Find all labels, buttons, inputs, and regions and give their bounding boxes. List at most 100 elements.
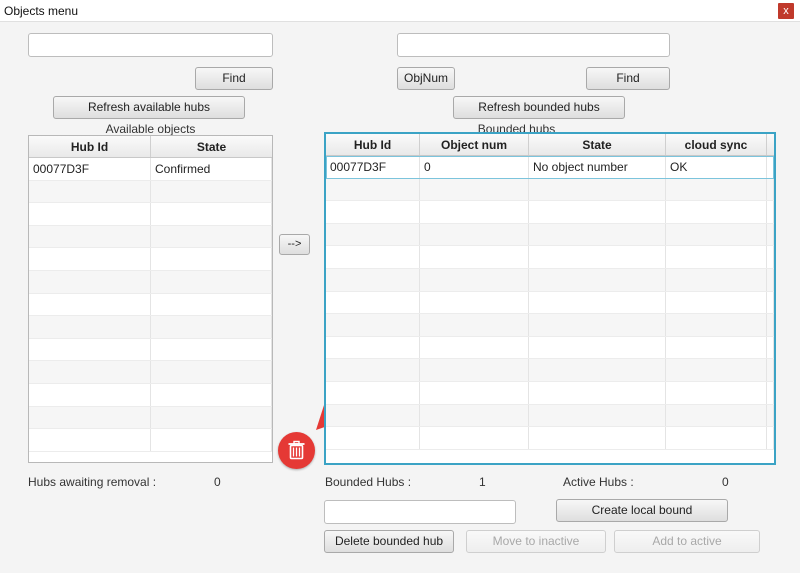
table-cell: OK	[666, 156, 767, 178]
table-cell	[529, 178, 666, 201]
move-to-inactive-button[interactable]: Move to inactive	[466, 530, 606, 553]
table-cell	[151, 270, 272, 293]
table-cell	[29, 225, 151, 248]
available-objects-table: Hub Id State 00077D3F Confirmed	[28, 135, 273, 463]
table-cell	[420, 291, 529, 314]
refresh-bounded-hubs-button[interactable]: Refresh bounded hubs	[453, 96, 625, 119]
table-cell	[529, 246, 666, 268]
empty-table-row[interactable]	[29, 293, 272, 317]
table-cell	[420, 427, 529, 449]
table-cell	[326, 178, 420, 201]
empty-table-row[interactable]	[29, 270, 272, 294]
table-cell	[151, 293, 272, 316]
table-cell	[151, 225, 272, 248]
table-cell	[29, 338, 151, 361]
table-cell: Confirmed	[151, 158, 272, 180]
bounded-table-header: Hub Id Object num State cloud sync	[326, 134, 774, 156]
table-cell	[767, 156, 774, 178]
table-cell	[420, 336, 529, 359]
bounded-search-input[interactable]	[397, 33, 670, 57]
empty-table-row[interactable]	[326, 381, 774, 405]
table-row[interactable]: 00077D3F Confirmed	[29, 158, 272, 181]
empty-table-row[interactable]	[29, 338, 272, 362]
table-cell	[767, 359, 774, 381]
table-cell	[29, 270, 151, 293]
empty-table-row[interactable]	[326, 359, 774, 382]
empty-table-row[interactable]	[326, 314, 774, 337]
column-header-object-num[interactable]: Object num	[420, 134, 529, 155]
table-cell	[666, 381, 767, 404]
table-cell	[529, 201, 666, 223]
close-button[interactable]: x	[778, 3, 794, 19]
empty-table-row[interactable]	[29, 406, 272, 430]
column-header-cloud-sync[interactable]: cloud sync	[666, 134, 767, 155]
empty-table-row[interactable]	[326, 427, 774, 450]
column-header-state[interactable]: State	[151, 136, 272, 157]
table-cell	[666, 268, 767, 291]
table-cell	[151, 338, 272, 361]
table-cell	[666, 359, 767, 381]
create-local-bound-button[interactable]: Create local bound	[556, 499, 728, 522]
empty-table-row[interactable]	[29, 180, 272, 204]
find-available-button[interactable]: Find	[195, 67, 273, 90]
column-header-state[interactable]: State	[529, 134, 666, 155]
empty-table-row[interactable]	[29, 203, 272, 226]
table-row[interactable]: 00077D3F 0 No object number OK	[326, 156, 774, 179]
table-cell	[666, 201, 767, 223]
find-bounded-button[interactable]: Find	[586, 67, 670, 90]
table-cell	[151, 361, 272, 383]
delete-bounded-hub-button[interactable]: Delete bounded hub	[324, 530, 454, 553]
table-cell	[326, 404, 420, 427]
table-cell	[767, 201, 774, 223]
bounded-table-body: 00077D3F 0 No object number OK	[326, 156, 774, 450]
empty-table-row[interactable]	[326, 201, 774, 224]
objnum-button[interactable]: ObjNum	[397, 67, 455, 90]
empty-table-row[interactable]	[29, 429, 272, 452]
table-cell	[529, 336, 666, 359]
empty-table-row[interactable]	[29, 383, 272, 407]
bounded-hubs-label: Bounded Hubs :	[325, 475, 412, 489]
available-search-input[interactable]	[28, 33, 273, 57]
empty-table-row[interactable]	[326, 178, 774, 202]
table-cell	[666, 336, 767, 359]
empty-table-row[interactable]	[326, 336, 774, 360]
add-to-active-button[interactable]: Add to active	[614, 530, 760, 553]
table-cell	[151, 316, 272, 338]
table-cell	[326, 336, 420, 359]
table-cell	[326, 314, 420, 336]
column-header-hub-id[interactable]: Hub Id	[29, 136, 151, 157]
transfer-to-bounded-button[interactable]: -->	[279, 234, 310, 255]
table-cell	[326, 223, 420, 246]
empty-table-row[interactable]	[326, 246, 774, 269]
empty-table-row[interactable]	[326, 268, 774, 292]
column-header-filler	[767, 134, 774, 155]
table-cell	[767, 178, 774, 201]
table-cell: No object number	[529, 156, 666, 178]
table-cell	[420, 314, 529, 336]
table-cell	[151, 429, 272, 451]
table-cell	[767, 291, 774, 314]
bounded-hubs-count: 1	[479, 475, 486, 489]
empty-table-row[interactable]	[29, 225, 272, 249]
empty-table-row[interactable]	[29, 361, 272, 384]
empty-table-row[interactable]	[326, 291, 774, 315]
empty-table-row[interactable]	[326, 404, 774, 428]
empty-table-row[interactable]	[29, 316, 272, 339]
table-cell	[666, 427, 767, 449]
table-cell	[420, 201, 529, 223]
table-cell	[29, 361, 151, 383]
empty-table-row[interactable]	[326, 223, 774, 247]
table-cell	[666, 178, 767, 201]
bounded-hubs-table: Hub Id Object num State cloud sync 00077…	[324, 132, 776, 465]
table-cell	[420, 381, 529, 404]
table-cell	[767, 404, 774, 427]
table-cell	[29, 248, 151, 270]
table-cell: 0	[420, 156, 529, 178]
refresh-available-hubs-button[interactable]: Refresh available hubs	[53, 96, 245, 119]
empty-table-row[interactable]	[29, 248, 272, 271]
table-cell	[767, 336, 774, 359]
local-bound-input[interactable]	[324, 500, 516, 524]
table-cell: 00077D3F	[29, 158, 151, 180]
column-header-hub-id[interactable]: Hub Id	[326, 134, 420, 155]
table-cell	[767, 268, 774, 291]
